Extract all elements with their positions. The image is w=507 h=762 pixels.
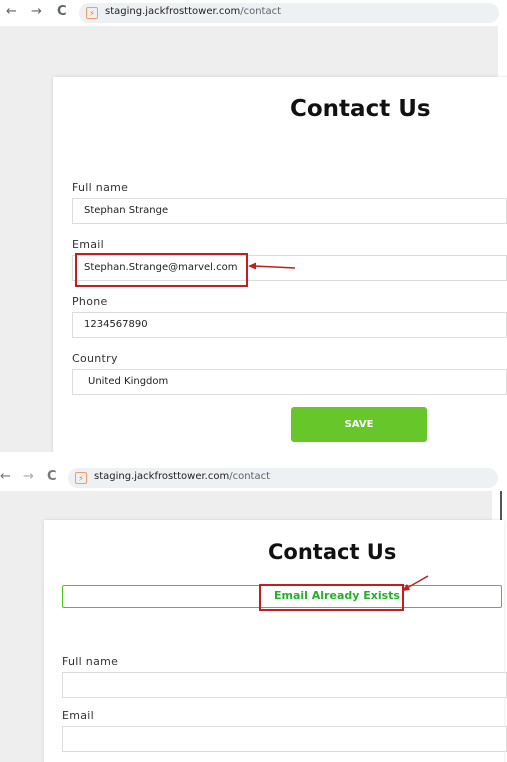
browser-toolbar: ← → C ⚡ staging.jackfrosttower.com/conta… <box>0 463 507 491</box>
fullname-field[interactable] <box>62 672 507 698</box>
email-highlight-box <box>75 253 248 287</box>
fullname-label: Full name <box>72 181 129 194</box>
url-domain: staging.jackfrosttower.com <box>94 471 230 482</box>
reload-icon[interactable]: C <box>47 468 57 486</box>
annotation-arrow-icon <box>402 575 429 591</box>
site-security-icon: ⚡ <box>75 472 87 484</box>
annotation-arrow-icon <box>248 262 296 270</box>
back-icon[interactable]: ← <box>0 468 11 486</box>
page-title: Contact Us <box>290 96 431 122</box>
forward-icon[interactable]: → <box>23 468 34 486</box>
browser-toolbar: ← → C ⚡ staging.jackfrosttower.com/conta… <box>0 0 507 26</box>
screenshot-before: ← → C ⚡ staging.jackfrosttower.com/conta… <box>0 0 507 452</box>
phone-field[interactable]: 1234567890 <box>72 312 507 338</box>
reload-icon[interactable]: C <box>57 3 67 21</box>
address-bar[interactable]: ⚡ staging.jackfrosttower.com/contact <box>79 3 499 23</box>
site-security-icon: ⚡ <box>86 7 98 19</box>
back-icon[interactable]: ← <box>6 3 17 21</box>
email-field[interactable] <box>62 726 507 752</box>
screenshot-after: ← → C ⚡ staging.jackfrosttower.com/conta… <box>0 463 507 762</box>
url-domain: staging.jackfrosttower.com <box>105 6 241 17</box>
country-label: Country <box>72 352 118 365</box>
address-bar[interactable]: ⚡ staging.jackfrosttower.com/contact <box>68 468 498 488</box>
page-title: Contact Us <box>268 540 397 564</box>
phone-label: Phone <box>72 295 108 308</box>
email-label: Email <box>62 709 95 722</box>
forward-icon[interactable]: → <box>31 3 42 21</box>
fullname-field[interactable]: Stephan Strange <box>72 198 507 224</box>
country-select[interactable]: United Kingdom <box>72 369 507 395</box>
url-text: staging.jackfrosttower.com/contact <box>94 471 270 482</box>
fullname-label: Full name <box>62 655 119 668</box>
url-text: staging.jackfrosttower.com/contact <box>105 6 281 17</box>
save-button[interactable]: SAVE <box>291 407 427 442</box>
alert-highlight-box <box>259 584 404 611</box>
email-label: Email <box>72 238 105 251</box>
url-path: /contact <box>229 471 271 482</box>
url-path: /contact <box>240 6 282 17</box>
